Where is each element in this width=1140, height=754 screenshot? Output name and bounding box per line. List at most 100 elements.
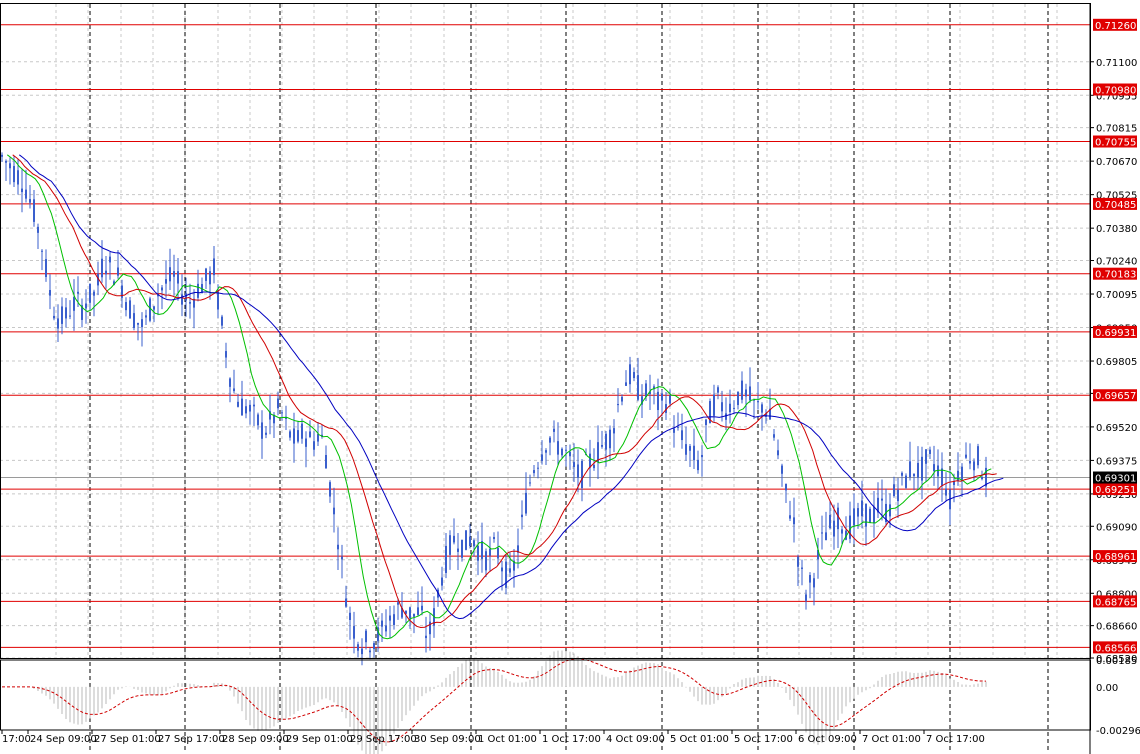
chart-frame bbox=[0, 3, 1091, 754]
level-label-8: 0.68961 bbox=[1095, 552, 1136, 563]
candle-body-13 bbox=[53, 315, 55, 319]
candle-body-96 bbox=[385, 625, 387, 632]
candle-body-226 bbox=[905, 475, 907, 488]
candle-body-133 bbox=[533, 470, 535, 474]
candle-body-112 bbox=[449, 535, 451, 555]
candle-body-209 bbox=[837, 507, 839, 530]
candle-body-18 bbox=[73, 297, 75, 311]
candle-body-83 bbox=[333, 507, 335, 515]
candle-body-148 bbox=[593, 464, 595, 469]
time-tick-label-5: 29 Sep 01:00 bbox=[286, 734, 353, 745]
candle-body-17 bbox=[69, 315, 71, 317]
candle-body-164 bbox=[657, 391, 659, 411]
candle-body-27 bbox=[109, 256, 111, 263]
candle-body-157 bbox=[629, 364, 631, 385]
candle-body-228 bbox=[913, 473, 915, 477]
candle-body-173 bbox=[693, 445, 695, 461]
candle-body-11 bbox=[45, 259, 47, 278]
candle-body-69 bbox=[277, 398, 279, 409]
candle-body-60 bbox=[241, 398, 243, 416]
candle-body-55 bbox=[221, 316, 223, 326]
candle-body-86 bbox=[345, 598, 347, 607]
time-tick-label-3: 27 Sep 17:00 bbox=[158, 734, 225, 745]
candle-body-200 bbox=[801, 567, 803, 569]
candle-body-79 bbox=[317, 433, 319, 442]
candle-body-29 bbox=[117, 267, 119, 276]
candle-body-142 bbox=[569, 451, 571, 457]
candle-body-38 bbox=[153, 306, 155, 310]
candle-body-168 bbox=[673, 428, 675, 433]
candle-body-210 bbox=[841, 529, 843, 534]
level-label-0: 0.71260 bbox=[1095, 21, 1136, 32]
candle-body-132 bbox=[529, 482, 531, 484]
candle-body-184 bbox=[737, 391, 739, 406]
candle-body-35 bbox=[141, 319, 143, 328]
candle-body-236 bbox=[945, 488, 947, 496]
candle-body-2 bbox=[9, 163, 11, 169]
candle-body-179 bbox=[717, 387, 719, 393]
level-label-7: 0.69251 bbox=[1095, 485, 1136, 496]
candle-body-136 bbox=[545, 450, 547, 453]
candle-body-137 bbox=[549, 437, 551, 443]
candle-body-23 bbox=[93, 291, 95, 296]
candle-body-33 bbox=[133, 313, 135, 329]
candle-body-9 bbox=[37, 226, 39, 233]
price-chart[interactable]: 0.711000.709550.708150.706700.705250.703… bbox=[0, 0, 1140, 754]
candle-body-21 bbox=[85, 303, 87, 309]
candle-body-231 bbox=[925, 449, 927, 464]
candle-body-189 bbox=[757, 401, 759, 403]
candle-body-216 bbox=[865, 503, 867, 527]
candle-body-205 bbox=[821, 532, 823, 534]
candle-body-172 bbox=[689, 446, 691, 451]
candle-body-169 bbox=[677, 426, 679, 428]
candle-body-196 bbox=[785, 483, 787, 491]
chart-grid bbox=[0, 4, 1091, 659]
candle-body-119 bbox=[477, 545, 479, 561]
candle-body-64 bbox=[257, 414, 259, 426]
price-tick-label-7: 0.70095 bbox=[1096, 290, 1137, 301]
candle-body-59 bbox=[237, 401, 239, 407]
osc-tick-label-2: -0.00296 bbox=[1096, 726, 1140, 737]
candle-body-159 bbox=[637, 375, 639, 400]
candle-body-143 bbox=[573, 462, 575, 467]
candle-body-203 bbox=[813, 578, 815, 588]
candle-body-12 bbox=[49, 290, 51, 296]
candle-body-180 bbox=[721, 402, 723, 412]
candle-body-47 bbox=[189, 302, 191, 304]
candle-body-111 bbox=[445, 545, 447, 573]
candle-body-65 bbox=[261, 422, 263, 439]
candle-body-165 bbox=[661, 393, 663, 401]
candle-body-66 bbox=[265, 432, 267, 435]
candle-body-97 bbox=[389, 615, 391, 621]
candle-body-145 bbox=[581, 460, 583, 489]
price-tick-label-3: 0.70670 bbox=[1096, 157, 1137, 168]
time-tick-label-1: 24 Sep 09:00 bbox=[30, 734, 97, 745]
candle-body-90 bbox=[361, 648, 363, 655]
candle-body-225 bbox=[901, 472, 903, 476]
candle-body-58 bbox=[233, 388, 235, 392]
time-tick-label-2: 27 Sep 01:00 bbox=[94, 734, 161, 745]
candle-body-10 bbox=[41, 250, 43, 252]
candle-body-52 bbox=[209, 271, 211, 285]
candle-body-207 bbox=[829, 514, 831, 528]
time-tick-label-9: 1 Oct 17:00 bbox=[542, 734, 601, 745]
candle-body-57 bbox=[229, 378, 231, 387]
candle-body-195 bbox=[781, 465, 783, 474]
candle-body-183 bbox=[733, 407, 735, 409]
candle-body-199 bbox=[797, 556, 799, 567]
level-labels: 0.71260 0.70980 0.70755 0.70485 0.70183 0.699… bbox=[1093, 18, 1137, 654]
candle-body-105 bbox=[421, 605, 423, 611]
time-tick-label-4: 28 Sep 09:00 bbox=[222, 734, 289, 745]
candle-body-51 bbox=[205, 268, 207, 281]
price-tick-label-6: 0.70240 bbox=[1096, 257, 1137, 268]
candle-body-153 bbox=[613, 428, 615, 434]
candle-body-144 bbox=[577, 464, 579, 478]
time-tick-label-10: 4 Oct 09:00 bbox=[606, 734, 665, 745]
candle-body-170 bbox=[681, 430, 683, 441]
candle-body-215 bbox=[861, 500, 863, 517]
candle-body-122 bbox=[489, 548, 491, 556]
candle-body-239 bbox=[957, 470, 959, 481]
candle-body-227 bbox=[909, 461, 911, 478]
candle-body-82 bbox=[329, 482, 331, 497]
price-tick-label-0: 0.71100 bbox=[1096, 58, 1137, 69]
